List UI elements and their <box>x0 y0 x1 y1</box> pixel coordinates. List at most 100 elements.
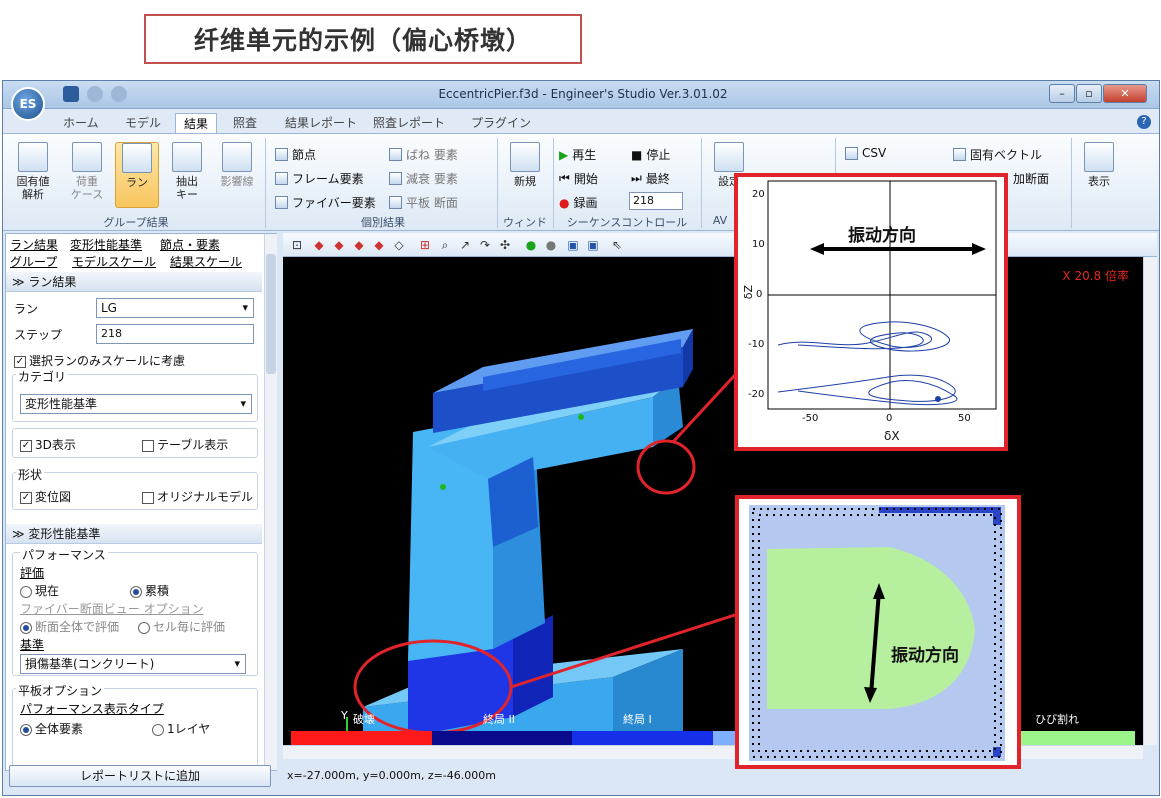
per-cell-radio[interactable]: セル毎に評価 <box>138 618 225 635</box>
tab-model[interactable]: モデル <box>117 113 169 133</box>
pan-icon[interactable]: ↗ <box>457 237 473 253</box>
new-window-button[interactable]: 新規 <box>503 142 547 208</box>
eigen-icon <box>18 142 48 172</box>
scale-only-checkbox[interactable]: ✓ 選択ランのみスケールに考慮 <box>14 352 185 369</box>
start-button[interactable]: ⏮ 開始 <box>559 170 598 187</box>
orbit-icon[interactable]: ✣ <box>497 237 513 253</box>
section-partial-button[interactable]: 加断面 <box>1013 170 1049 187</box>
info-icon[interactable]: ▣ <box>585 237 601 253</box>
category-select[interactable]: 変形性能基準 <box>20 394 252 414</box>
frame-element-button[interactable]: フレーム要素 <box>275 170 364 187</box>
record-button[interactable]: ● 録画 <box>559 194 598 211</box>
undo-icon[interactable] <box>87 86 103 102</box>
fiber-view-option-link[interactable]: ファイバー断面ビュー オプション <box>20 600 204 617</box>
app-orb-button[interactable]: ES <box>11 87 45 121</box>
select-pointer-icon[interactable]: ⇖ <box>609 237 625 253</box>
view-iso-icon[interactable]: ◇ <box>391 237 407 253</box>
eval-cumulative-label: 累積 <box>145 584 170 598</box>
link-group[interactable]: グループ <box>10 253 57 270</box>
display-button[interactable]: 表示 <box>1077 142 1121 208</box>
one-layer-radio[interactable]: 1レイヤ <box>152 720 210 737</box>
view-cube-icon[interactable]: ◆ <box>311 237 327 253</box>
criteria-label: 基準 <box>20 638 45 652</box>
perf-display-type-label: パフォーマンス表示タイプ <box>20 702 164 716</box>
view-top-icon[interactable]: ◆ <box>371 237 387 253</box>
zoom-icon[interactable]: ⌕ <box>437 237 453 253</box>
eval-cumulative-radio[interactable]: 累積 <box>130 582 169 599</box>
last-frame-icon: ⏭ <box>631 171 642 185</box>
whole-section-radio[interactable]: 断面全体で評価 <box>20 618 119 635</box>
plate-icon <box>389 196 402 209</box>
check-icon: ✓ <box>14 355 26 368</box>
spring-element-button[interactable]: ばね 要素 <box>389 146 458 163</box>
play-button[interactable]: ▶ 再生 <box>559 146 596 163</box>
tab-results[interactable]: 結果 <box>175 113 218 133</box>
snapshot-icon[interactable]: ▣ <box>565 237 581 253</box>
eval-current-radio[interactable]: 現在 <box>20 582 59 599</box>
minimize-button[interactable]: – <box>1049 84 1075 103</box>
run-button[interactable]: ラン <box>115 142 159 208</box>
left-panel-scrollbar[interactable] <box>264 234 277 770</box>
back-icon[interactable]: ● <box>523 237 539 253</box>
link-run-result[interactable]: ラン結果 <box>10 236 58 253</box>
forward-icon[interactable]: ● <box>543 237 559 253</box>
scale-factor-label: X 20.8 倍率 <box>1062 269 1129 283</box>
title-bar: EccentricPier.f3d - Engineer's Studio Ve… <box>3 81 1159 109</box>
run-icon <box>122 143 152 173</box>
ribbon-separator <box>553 138 554 228</box>
load-case-button[interactable]: 荷重 ケース <box>65 142 109 208</box>
plate-section-button[interactable]: 平板 断面 <box>389 194 458 211</box>
fit-view-icon[interactable]: ⊡ <box>289 237 305 253</box>
save-icon[interactable] <box>63 86 79 102</box>
view-toolbar: ⊡ ◆ ◆ ◆ ◆ ◇ ⊞ ⌕ ↗ ↷ ✣ ● ● ▣ ▣ ⇖ <box>283 233 1157 257</box>
run-select[interactable]: LG <box>96 298 254 318</box>
tab-check-report[interactable]: 照査レポート <box>365 113 453 133</box>
fiber-element-button[interactable]: ファイバー要素 <box>275 194 376 211</box>
eigenvector-button[interactable]: 固有ベクトル <box>953 146 1042 163</box>
tab-plugin[interactable]: プラグイン <box>463 113 539 133</box>
help-icon[interactable]: ? <box>1137 115 1151 129</box>
eigen-analysis-button[interactable]: 固有値 解析 <box>11 142 55 208</box>
node-button[interactable]: 節点 <box>275 146 316 163</box>
link-performance[interactable]: 変形性能基準 <box>70 236 142 253</box>
close-button[interactable]: ✕ <box>1103 84 1147 103</box>
zoom-window-icon[interactable]: ⊞ <box>417 237 433 253</box>
check-icon: ✓ <box>20 491 32 504</box>
all-elements-radio[interactable]: 全体要素 <box>20 720 83 737</box>
step-spin-input[interactable]: 218 <box>629 192 683 210</box>
add-report-button[interactable]: レポートリストに追加 <box>9 765 271 787</box>
step-input[interactable]: 218 <box>96 324 254 344</box>
link-node-element[interactable]: 節点・要素 <box>160 236 220 253</box>
original-model-checkbox[interactable]: オリジナルモデル <box>142 488 253 505</box>
view-front-icon[interactable]: ◆ <box>331 237 347 253</box>
radio-icon <box>138 621 150 634</box>
extract-key-button[interactable]: 抽出 キー <box>165 142 209 208</box>
section-vibration-direction-label: 振动方向 <box>891 646 959 666</box>
rotate-icon[interactable]: ↷ <box>477 237 493 253</box>
scroll-thumb[interactable] <box>266 254 276 374</box>
viewport-vertical-scrollbar[interactable] <box>1143 257 1157 745</box>
view-side-icon[interactable]: ◆ <box>351 237 367 253</box>
redo-icon[interactable] <box>111 86 127 102</box>
spring-label: ばね 要素 <box>406 148 458 162</box>
last-button[interactable]: ⏭ 最終 <box>631 170 670 187</box>
performance-section-header[interactable]: ≫ 変形性能基準 <box>6 524 262 544</box>
run-section-header[interactable]: ≫ ラン結果 <box>6 272 262 292</box>
criteria-select[interactable]: 損傷基準(コンクリート) <box>20 654 246 674</box>
link-result-scale[interactable]: 結果スケール <box>170 253 242 270</box>
displacement-checkbox[interactable]: ✓ 変位図 <box>20 488 71 505</box>
show-3d-checkbox[interactable]: ✓ 3D表示 <box>20 436 76 453</box>
tab-check[interactable]: 照査 <box>225 113 265 133</box>
stop-button[interactable]: ■ 停止 <box>631 146 670 163</box>
maximize-button[interactable]: ▫ <box>1076 84 1102 103</box>
run-section-title: ラン結果 <box>28 275 77 289</box>
legend-swatch-failure <box>291 731 432 745</box>
influence-line-button[interactable]: 影響線 <box>215 142 259 208</box>
show-table-checkbox[interactable]: テーブル表示 <box>142 436 228 453</box>
damper-element-button[interactable]: 減衰 要素 <box>389 170 458 187</box>
plot-ytick: -10 <box>748 339 765 350</box>
tab-result-report[interactable]: 結果レポート <box>277 113 365 133</box>
tab-home[interactable]: ホーム <box>55 113 107 133</box>
csv-button[interactable]: CSV <box>845 146 886 160</box>
link-model-scale[interactable]: モデルスケール <box>72 253 156 270</box>
